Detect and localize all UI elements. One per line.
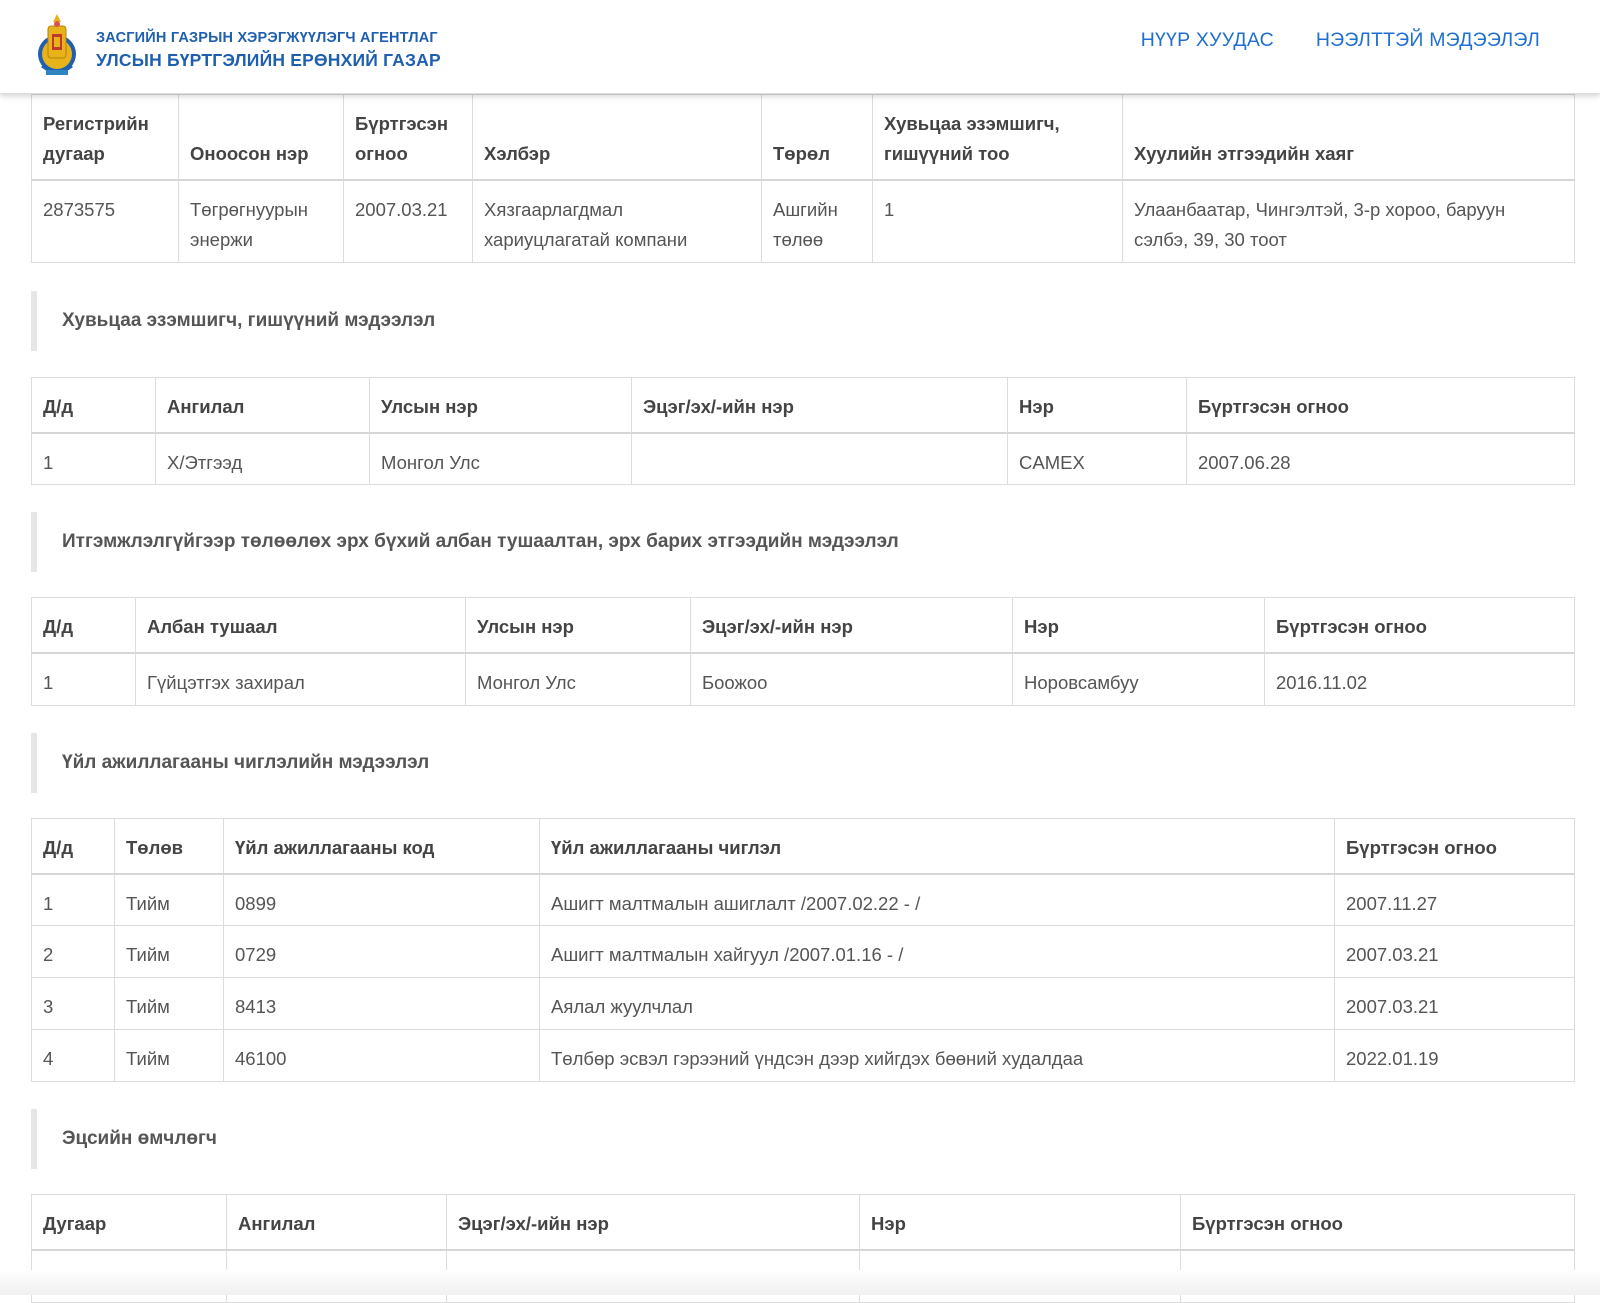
table-header-row: Д/д Төлөв Үйл ажиллагааны код Үйл ажилла… bbox=[31, 817, 1575, 875]
column-header: Нэр bbox=[1012, 597, 1265, 654]
site-header: ЗАСГИЙН ГАЗРЫН ХЭРЭГЖҮҮЛЭГЧ АГЕНТЛАГ УЛС… bbox=[0, 0, 1600, 94]
table-cell: 8413 bbox=[223, 977, 540, 1030]
table-cell: Х/Этгээд bbox=[155, 432, 370, 485]
table-cell: 3 bbox=[31, 977, 115, 1030]
column-header: Бүртгэсэн огноо bbox=[1180, 1194, 1575, 1251]
activities-table: Д/д Төлөв Үйл ажиллагааны код Үйл ажилла… bbox=[31, 817, 1575, 1082]
table-cell: 1 bbox=[872, 179, 1123, 263]
shareholders-section-title: Хувьцаа эзэмшигч, гишүүний мэдээлэл bbox=[31, 290, 1574, 351]
table-cell: 2873575 bbox=[31, 179, 179, 263]
table-cell: 46100 bbox=[223, 1029, 540, 1082]
column-header: Хуулийн этгээдийн хаяг bbox=[1122, 94, 1575, 181]
shareholders-table: Д/д Ангилал Улсын нэр Эцэг/эх/-ийн нэр Н… bbox=[31, 376, 1575, 485]
table-cell: 1 bbox=[31, 873, 115, 926]
activities-section-title: Үйл ажиллагааны чиглэлийн мэдээлэл bbox=[31, 732, 1574, 793]
table-cell: Ашгийн төлөө bbox=[761, 179, 873, 263]
main-content: Регистрийн дугаар Оноосон нэр Бүртгэсэн … bbox=[31, 94, 1575, 1303]
table-cell: Тийм bbox=[114, 925, 224, 978]
agency-name-line1: ЗАСГИЙН ГАЗРЫН ХЭРЭГЖҮҮЛЭГЧ АГЕНТЛАГ bbox=[96, 30, 438, 46]
column-header: Эцэг/эх/-ийн нэр bbox=[446, 1194, 860, 1251]
nav-open-data-link[interactable]: НЭЭЛТТЭЙ МЭДЭЭЛЭЛ bbox=[1316, 29, 1540, 52]
table-cell: Тийм bbox=[114, 873, 224, 926]
table-cell: Боожоо bbox=[690, 652, 1013, 706]
column-header: Нэр bbox=[859, 1194, 1181, 1251]
column-header: Ангилал bbox=[155, 376, 370, 434]
table-cell bbox=[631, 432, 1008, 485]
table-cell: 4 bbox=[31, 1029, 115, 1082]
table-row: 1 Тийм 0899 Ашигт малтмалын ашиглалт /20… bbox=[31, 873, 1575, 926]
table-cell: 2007.11.27 bbox=[1334, 873, 1575, 926]
table-cell: 1 bbox=[31, 652, 136, 706]
table-row: 3 Тийм 8413 Аялал жуулчлал 2007.03.21 bbox=[31, 977, 1575, 1030]
column-header: Бүртгэсэн огноо bbox=[343, 94, 473, 181]
state-emblem-icon[interactable] bbox=[36, 12, 78, 82]
table-cell: Ашигт малтмалын ашиглалт /2007.02.22 - / bbox=[539, 873, 1335, 926]
column-header: Ангилал bbox=[226, 1194, 447, 1251]
table-row: 1 Х/Этгээд Монгол Улс CAMEX 2007.06.28 bbox=[31, 432, 1575, 485]
table-cell: Ашигт малтмалын хайгуул /2007.01.16 - / bbox=[539, 925, 1335, 978]
table-cell: 2022.01.19 bbox=[1334, 1029, 1575, 1082]
table-cell: 0729 bbox=[223, 925, 540, 978]
table-cell: 1 bbox=[31, 432, 156, 485]
table-header-row: Д/д Албан тушаал Улсын нэр Эцэг/эх/-ийн … bbox=[31, 597, 1575, 654]
column-header: Албан тушаал bbox=[135, 597, 466, 654]
column-header: Нэр bbox=[1007, 376, 1187, 434]
table-row: 4 Тийм 46100 Төлбөр эсвэл гэрээний үндсэ… bbox=[31, 1029, 1575, 1082]
column-header: Улсын нэр bbox=[465, 597, 691, 654]
officials-section-title: Итгэмжлэлгүйгээр төлөөлөх эрх бүхий алба… bbox=[31, 512, 1574, 572]
table-header-row: Дугаар Ангилал Эцэг/эх/-ийн нэр Нэр Бүрт… bbox=[31, 1194, 1575, 1251]
column-header: Төрөл bbox=[761, 94, 873, 181]
column-header: Хувьцаа эзэмшигч, гишүүний тоо bbox=[872, 94, 1123, 181]
column-header: Төлөв bbox=[114, 817, 224, 875]
column-header: Д/д bbox=[31, 597, 136, 654]
table-cell: 2007.03.21 bbox=[343, 179, 473, 263]
table-header-row: Регистрийн дугаар Оноосон нэр Бүртгэсэн … bbox=[31, 94, 1575, 181]
table-row: 2873575 Төгрөгнуурын энержи 2007.03.21 Х… bbox=[31, 179, 1575, 263]
column-header: Эцэг/эх/-ийн нэр bbox=[690, 597, 1013, 654]
table-cell: CAMEX bbox=[1007, 432, 1187, 485]
beneficial-owner-section-title: Эцсийн өмчлөгч bbox=[31, 1109, 1574, 1169]
column-header: Үйл ажиллагааны код bbox=[223, 817, 540, 875]
column-header: Улсын нэр bbox=[369, 376, 632, 434]
table-row: 1 Гүйцэтгэх захирал Монгол Улс Боожоо Но… bbox=[31, 652, 1575, 706]
table-cell: Норовсамбуу bbox=[1012, 652, 1265, 706]
column-header: Хэлбэр bbox=[472, 94, 762, 181]
main-nav: НҮҮР ХУУДАС НЭЭЛТТЭЙ МЭДЭЭЛЭЛ bbox=[1141, 29, 1540, 52]
table-cell: 2 bbox=[31, 925, 115, 978]
column-header: Оноосон нэр bbox=[178, 94, 344, 181]
table-cell: 2016.11.02 bbox=[1264, 652, 1575, 706]
table-cell: Гүйцэтгэх захирал bbox=[135, 652, 466, 706]
table-cell: Монгол Улс bbox=[369, 432, 632, 485]
column-header: Регистрийн дугаар bbox=[31, 94, 179, 181]
column-header: Бүртгэсэн огноо bbox=[1186, 376, 1575, 434]
table-header-row: Д/д Ангилал Улсын нэр Эцэг/эх/-ийн нэр Н… bbox=[31, 376, 1575, 434]
nav-home-link[interactable]: НҮҮР ХУУДАС bbox=[1141, 29, 1274, 52]
table-cell: Төгрөгнуурын энержи bbox=[178, 179, 344, 263]
table-cell: 2007.03.21 bbox=[1334, 925, 1575, 978]
table-row: 2 Тийм 0729 Ашигт малтмалын хайгуул /200… bbox=[31, 925, 1575, 978]
table-cell: 2007.06.28 bbox=[1186, 432, 1575, 485]
column-header: Д/д bbox=[31, 376, 156, 434]
table-cell: Тийм bbox=[114, 977, 224, 1030]
table-cell: Улаанбаатар, Чингэлтэй, 3-р хороо, баруу… bbox=[1122, 179, 1575, 263]
column-header: Дугаар bbox=[31, 1194, 227, 1251]
table-cell: Тийм bbox=[114, 1029, 224, 1082]
table-cell: Төлбөр эсвэл гэрээний үндсэн дээр хийгдэ… bbox=[539, 1029, 1335, 1082]
column-header: Д/д bbox=[31, 817, 115, 875]
bottom-fade-overlay bbox=[0, 1270, 1600, 1295]
column-header: Бүртгэсэн огноо bbox=[1264, 597, 1575, 654]
column-header: Үйл ажиллагааны чиглэл bbox=[539, 817, 1335, 875]
officials-table: Д/д Албан тушаал Улсын нэр Эцэг/эх/-ийн … bbox=[31, 597, 1575, 706]
table-cell: Хязгаарлагдмал хариуцлагатай компани bbox=[472, 179, 762, 263]
agency-name[interactable]: ЗАСГИЙН ГАЗРЫН ХЭРЭГЖҮҮЛЭГЧ АГЕНТЛАГ УЛС… bbox=[96, 28, 441, 72]
table-cell: Монгол Улс bbox=[465, 652, 691, 706]
company-info-table: Регистрийн дугаар Оноосон нэр Бүртгэсэн … bbox=[31, 94, 1575, 263]
agency-name-line2: УЛСЫН БҮРТГЭЛИЙН ЕРӨНХИЙ ГАЗАР bbox=[96, 50, 441, 70]
table-cell: 0899 bbox=[223, 873, 540, 926]
table-cell: 2007.03.21 bbox=[1334, 977, 1575, 1030]
column-header: Бүртгэсэн огноо bbox=[1334, 817, 1575, 875]
table-cell: Аялал жуулчлал bbox=[539, 977, 1335, 1030]
column-header: Эцэг/эх/-ийн нэр bbox=[631, 376, 1008, 434]
